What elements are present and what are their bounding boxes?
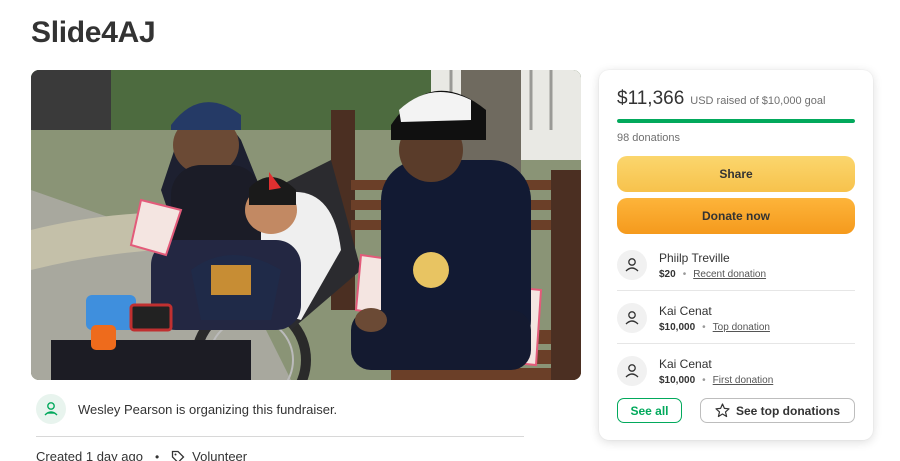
star-icon	[715, 403, 730, 418]
see-all-button[interactable]: See all	[617, 398, 682, 423]
created-date: Created 1 day ago	[36, 449, 143, 461]
donation-kind-link[interactable]: Recent donation	[693, 269, 766, 280]
tag-icon	[171, 450, 185, 461]
heart-hand-icon	[36, 394, 66, 424]
donor-heart-icon	[617, 250, 647, 280]
donor-heart-icon	[617, 356, 647, 386]
fundraiser-meta: Created 1 day ago • Volunteer	[36, 449, 247, 461]
progress-fill	[617, 119, 855, 123]
fundraiser-photo[interactable]	[31, 70, 581, 380]
see-top-donations-label: See top donations	[735, 403, 840, 418]
raised-summary: $11,366 USD raised of $10,000 goal	[617, 88, 825, 110]
donate-now-button[interactable]: Donate now	[617, 198, 855, 234]
organizer-text: Wesley Pearson is organizing this fundra…	[78, 401, 338, 417]
donation-kind-link[interactable]: First donation	[713, 375, 774, 386]
donor-divider	[617, 290, 855, 291]
see-top-donations-button[interactable]: See top donations	[700, 398, 855, 423]
meta-separator: •	[154, 449, 160, 461]
donor-separator: •	[702, 374, 706, 386]
donation-card: $11,366 USD raised of $10,000 goal 98 do…	[599, 70, 873, 440]
donor-item: Kai Cenat $10,000 • Top donation	[617, 292, 855, 344]
donor-item: Kai Cenat $10,000 • First donation	[617, 345, 855, 397]
donor-separator: •	[702, 321, 706, 333]
donor-name: Kai Cenat	[659, 303, 712, 318]
donor-name: Phiilp Treville	[659, 250, 730, 265]
donations-count: 98 donations	[617, 132, 680, 144]
category-link[interactable]: Volunteer	[192, 449, 247, 461]
raised-amount: $11,366	[617, 88, 685, 109]
donor-heart-icon	[617, 303, 647, 333]
progress-bar	[617, 119, 855, 123]
donor-amount: $10,000	[659, 321, 696, 333]
share-button[interactable]: Share	[617, 156, 855, 192]
donor-separator: •	[682, 268, 687, 280]
donor-divider	[617, 343, 855, 344]
organizer-row: Wesley Pearson is organizing this fundra…	[36, 394, 337, 424]
donor-amount: $20	[659, 268, 676, 280]
page-title: Slide4AJ	[31, 16, 156, 49]
donor-amount: $10,000	[659, 374, 696, 386]
donation-kind-link[interactable]: Top donation	[713, 322, 770, 333]
divider	[36, 436, 524, 437]
goal-text: USD raised of $10,000 goal	[690, 95, 826, 107]
donor-name: Kai Cenat	[659, 356, 712, 371]
donor-item: Phiilp Treville $20 • Recent donation	[617, 239, 855, 291]
